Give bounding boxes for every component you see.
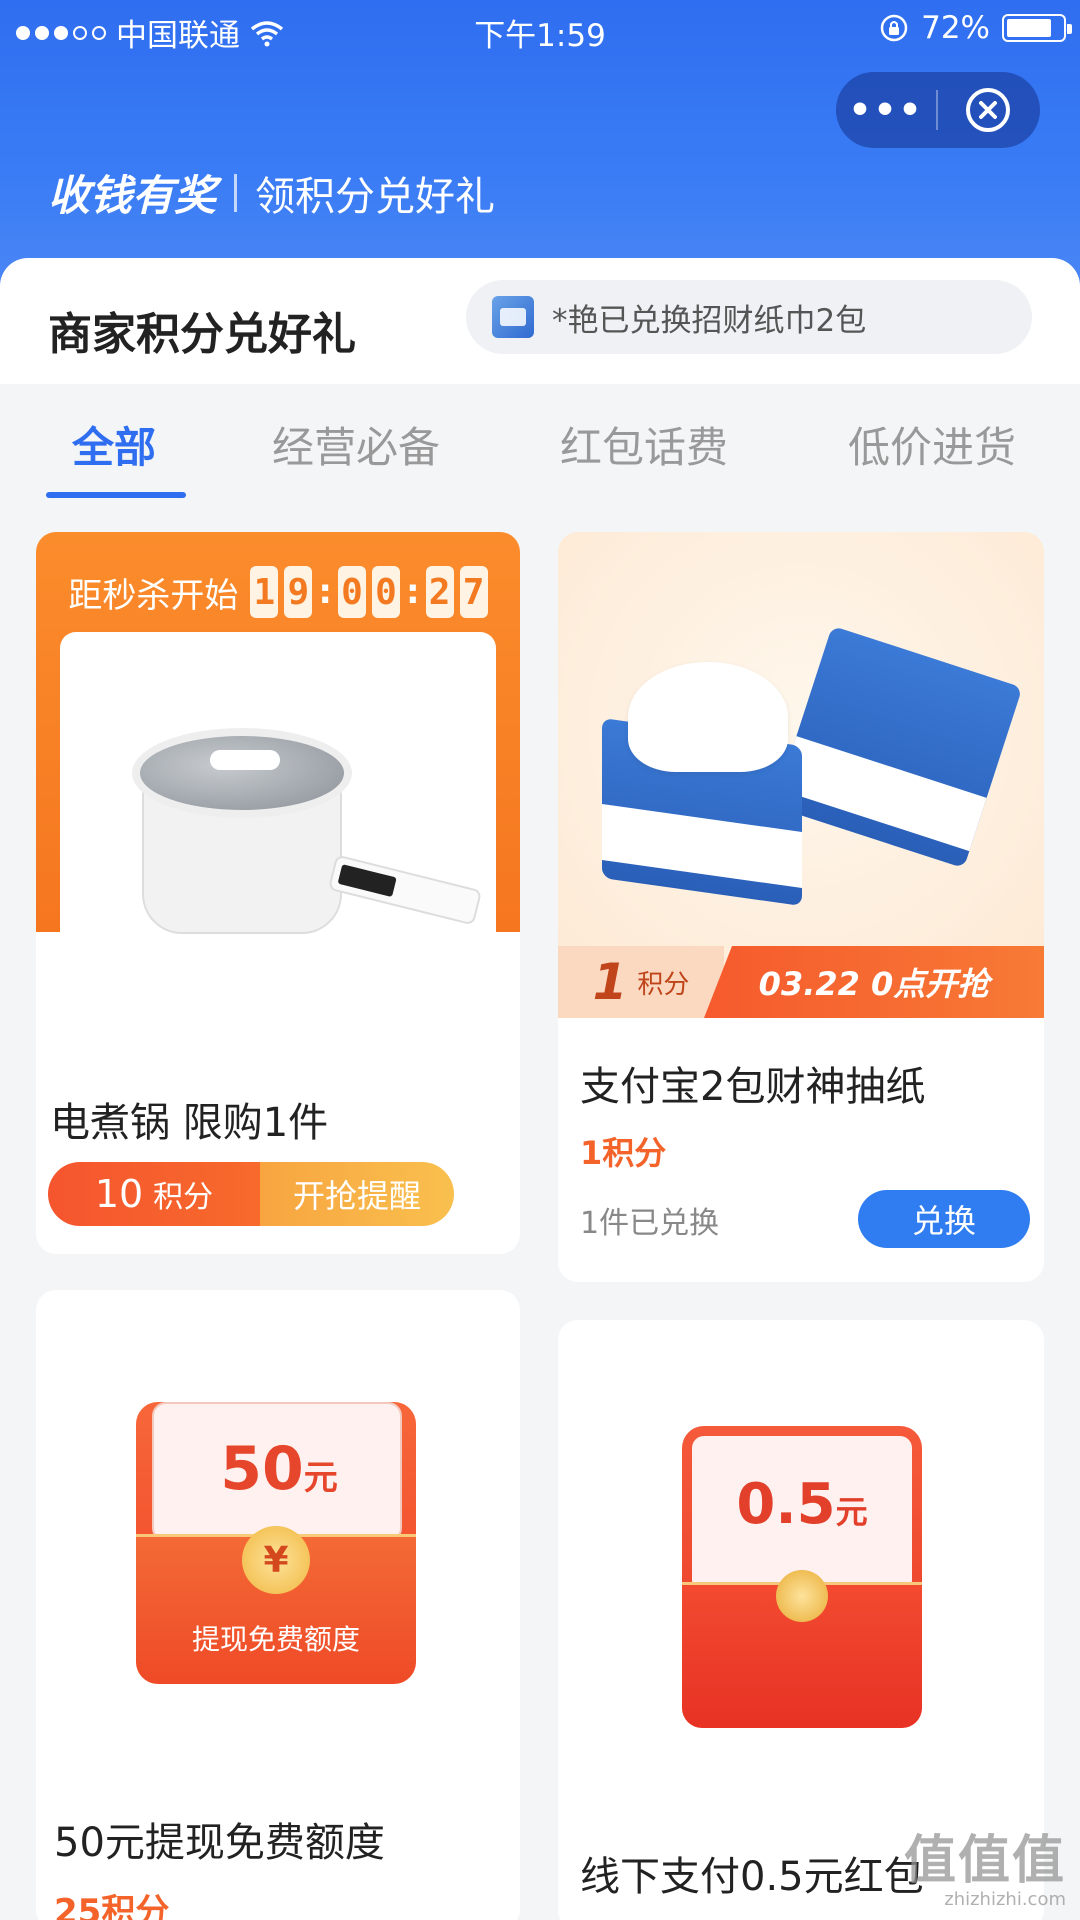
battery-percent: 72% bbox=[921, 10, 990, 46]
tab-red-packet-phone-bill[interactable]: 红包话费 bbox=[560, 414, 728, 475]
envelope-amount: 0.5元 bbox=[692, 1472, 912, 1537]
amount-number: 50 bbox=[220, 1434, 304, 1504]
yuan-coin-icon: ¥ bbox=[242, 1526, 310, 1594]
close-icon bbox=[966, 88, 1010, 132]
close-button[interactable] bbox=[938, 86, 1038, 134]
product-card-electric-pot[interactable]: 距秒杀开始 1 9 : 0 0 : 2 7 电煮锅 限购1件 10 积分 开抢提… bbox=[36, 532, 520, 1254]
header: 中国联通 下午1:59 72% ••• 收钱有奖 领积分兑好礼 bbox=[0, 0, 1080, 290]
product-name: 电煮锅 限购1件 bbox=[50, 1100, 329, 1146]
tissue-puff bbox=[628, 662, 788, 772]
category-tabs: 全部 经营必备 红包话费 低价进货 bbox=[0, 384, 1080, 504]
ribbon-start-time: 03.22 0点开抢 bbox=[704, 946, 1044, 1018]
electric-pot-image bbox=[60, 632, 496, 1052]
tab-low-price-stock[interactable]: 低价进货 bbox=[848, 414, 1016, 475]
product-card-withdraw-quota[interactable]: 50元 ¥ 提现免费额度 50元提现免费额度 25积分 bbox=[36, 1290, 520, 1920]
active-tab-indicator bbox=[46, 492, 186, 498]
gold-coin-icon bbox=[776, 1570, 828, 1622]
countdown-label: 距秒杀开始 bbox=[68, 575, 239, 616]
remind-me-pill[interactable]: 10 积分 开抢提醒 bbox=[48, 1162, 454, 1226]
ribbon-points-unit: 积分 bbox=[637, 969, 690, 1000]
ticker-text: *艳已兑换招财纸巾2包 bbox=[552, 302, 867, 339]
envelope-caption: 提现免费额度 bbox=[191, 1623, 360, 1656]
product-card-tissues[interactable]: 1 积分 03.22 0点开抢 支付宝2包财神抽纸 1积分 1件已兑换 兑换 bbox=[558, 532, 1044, 1282]
more-button[interactable]: ••• bbox=[836, 90, 936, 131]
product-name: 50元提现免费额度 bbox=[54, 1820, 385, 1866]
sale-ribbon: 1 积分 03.22 0点开抢 bbox=[558, 946, 1044, 1018]
countdown-colon: : bbox=[318, 572, 332, 612]
envelope-note: 0.5元 bbox=[692, 1436, 912, 1592]
banner-main-title: 收钱有奖 bbox=[48, 171, 217, 220]
countdown-colon: : bbox=[406, 572, 420, 612]
tab-business-essentials[interactable]: 经营必备 bbox=[272, 414, 440, 475]
flash-sale-countdown: 距秒杀开始 1 9 : 0 0 : 2 7 bbox=[36, 566, 520, 618]
countdown-digit: 0 bbox=[372, 566, 400, 618]
remind-me-button[interactable]: 开抢提醒 bbox=[260, 1162, 454, 1226]
countdown-digit: 0 bbox=[338, 566, 366, 618]
site-watermark: 值值值 zhizhizhi.com bbox=[904, 1818, 1066, 1910]
amount-number: 0.5 bbox=[736, 1472, 836, 1537]
points-price: 10 积分 bbox=[48, 1162, 260, 1226]
exchange-ticker[interactable]: *艳已兑换招财纸巾2包 bbox=[466, 280, 1032, 354]
exchanged-count: 1件已兑换 bbox=[580, 1206, 720, 1241]
section-header: 商家积分兑好礼 *艳已兑换招财纸巾2包 bbox=[0, 258, 1080, 384]
countdown-digit: 7 bbox=[459, 566, 488, 618]
status-bar: 中国联通 下午1:59 72% bbox=[0, 0, 1080, 56]
tissue-box-back bbox=[773, 625, 1023, 869]
mini-program-capsule: ••• bbox=[836, 72, 1040, 148]
envelope-note: 50元 bbox=[152, 1402, 402, 1542]
status-right: 72% bbox=[879, 10, 1072, 46]
page-title: 商家积分兑好礼 bbox=[48, 309, 356, 360]
watermark-logo: 值值值 bbox=[903, 1831, 1066, 1891]
points-value: 10 bbox=[94, 1172, 144, 1216]
points-unit: 积分 bbox=[153, 1180, 214, 1215]
banner-title: 收钱有奖 领积分兑好礼 bbox=[48, 162, 495, 223]
ribbon-points-value: 1 bbox=[592, 953, 628, 1011]
pot-knob bbox=[210, 750, 280, 770]
product-name: 支付宝2包财神抽纸 bbox=[580, 1064, 926, 1110]
amount-unit: 元 bbox=[303, 1458, 338, 1498]
banner-subtitle: 领积分兑好礼 bbox=[255, 173, 496, 220]
amount-unit: 元 bbox=[835, 1493, 868, 1531]
countdown-digit: 2 bbox=[425, 566, 454, 618]
rotation-lock-icon bbox=[880, 14, 908, 42]
tissue-thumbnail-icon bbox=[492, 296, 534, 338]
tab-all[interactable]: 全部 bbox=[72, 414, 156, 475]
countdown-digit: 9 bbox=[284, 566, 313, 618]
product-name: 线下支付0.5元红包 bbox=[580, 1854, 924, 1900]
banner-divider bbox=[234, 173, 238, 212]
ribbon-points: 1 积分 bbox=[558, 946, 724, 1018]
product-points: 25积分 bbox=[54, 1892, 170, 1920]
battery-icon bbox=[1002, 14, 1072, 42]
envelope-amount: 50元 bbox=[154, 1434, 404, 1504]
pot-handle bbox=[327, 854, 483, 926]
exchange-button[interactable]: 兑换 bbox=[858, 1190, 1030, 1248]
countdown-digit: 1 bbox=[250, 566, 279, 618]
pot-lid bbox=[132, 728, 352, 818]
product-points: 1积分 bbox=[580, 1134, 667, 1172]
